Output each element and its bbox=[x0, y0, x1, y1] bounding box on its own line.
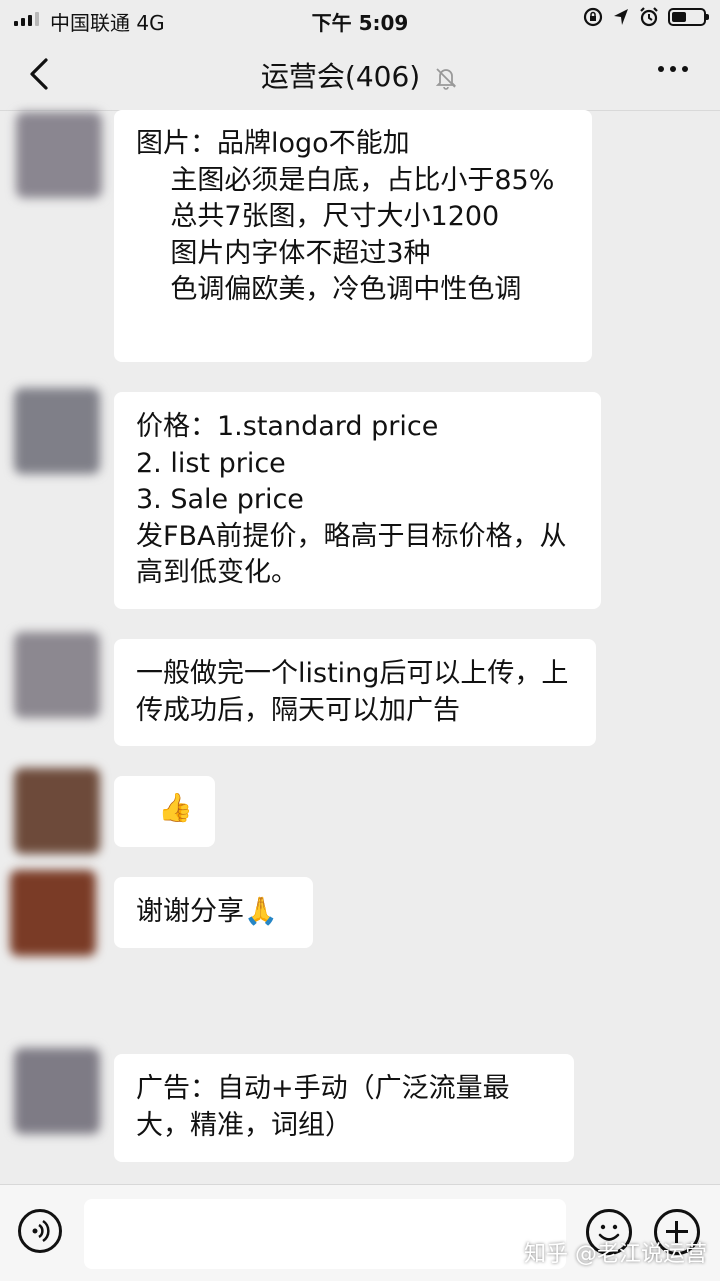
message-bubble[interactable]: 广告：自动+手动（广泛流量最大，精准，词组） bbox=[114, 1054, 574, 1162]
location-icon bbox=[614, 9, 628, 25]
message-bubble[interactable]: 图片：品牌logo不能加 主图必须是白底，占比小于85% 总共7张图，尺寸大小1… bbox=[114, 110, 592, 362]
battery-icon bbox=[668, 8, 709, 26]
more-options-icon[interactable] bbox=[658, 66, 688, 72]
avatar[interactable] bbox=[14, 632, 100, 718]
avatar[interactable] bbox=[14, 768, 100, 854]
avatar[interactable] bbox=[10, 870, 96, 956]
watermark: 知乎 @老江说运营 bbox=[524, 1242, 707, 1267]
rotation-lock-icon bbox=[583, 7, 603, 27]
mute-bell-icon bbox=[435, 68, 457, 90]
status-bar: 中国联通 4G 下午 5:09 bbox=[0, 0, 720, 38]
chat-title: 运营会(406) bbox=[260, 60, 421, 93]
message-bubble[interactable]: 价格：1.standard price 2. list price 3. Sal… bbox=[114, 392, 601, 609]
message-bubble[interactable]: 一般做完一个listing后可以上传，上传成功后，隔天可以加广告 bbox=[114, 639, 596, 746]
voice-input-button[interactable] bbox=[18, 1209, 62, 1253]
message-bubble[interactable]: 👍 bbox=[114, 776, 215, 847]
message-input[interactable] bbox=[84, 1199, 566, 1269]
avatar[interactable] bbox=[14, 388, 100, 474]
avatar[interactable] bbox=[14, 1048, 100, 1134]
message-bubble[interactable]: 谢谢分享🙏 bbox=[114, 877, 313, 948]
avatar[interactable] bbox=[16, 112, 102, 198]
alarm-icon bbox=[640, 7, 658, 27]
nav-bar: 运营会(406) bbox=[0, 38, 720, 111]
voice-icon bbox=[32, 1219, 50, 1243]
chat-title-row: 运营会(406) bbox=[0, 55, 720, 95]
